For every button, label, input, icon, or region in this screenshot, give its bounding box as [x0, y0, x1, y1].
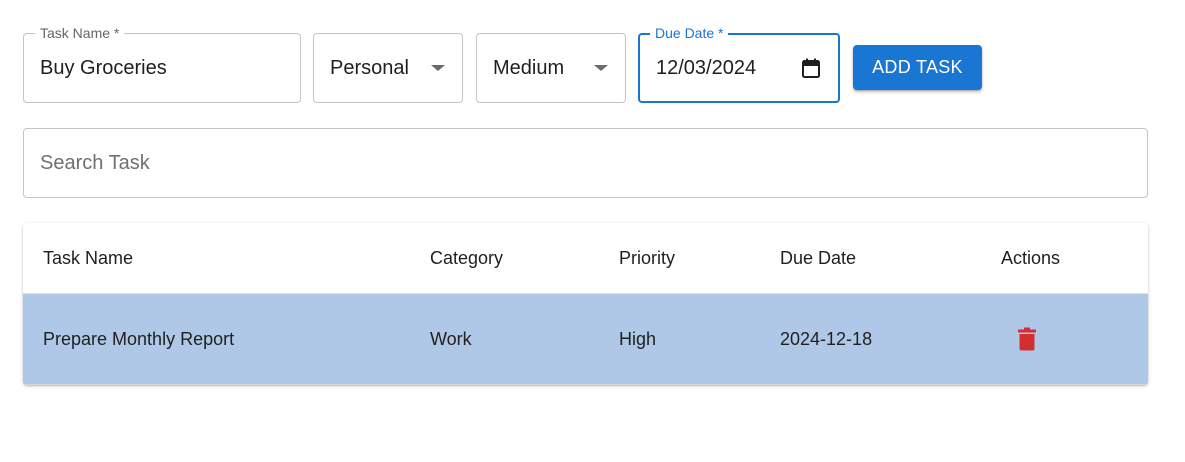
row-task-name: Prepare Monthly Report [43, 328, 235, 349]
column-header-task-name: Task Name [43, 247, 134, 268]
delete-task-button[interactable] [1007, 319, 1047, 359]
table-header-row: Task Name Category Priority Due Date Act… [23, 223, 1148, 294]
task-manager-page: Task Name * Buy Groceries Personal Mediu… [0, 0, 1185, 462]
column-header-due-date: Due Date [780, 247, 857, 268]
due-date-field[interactable]: Due Date * 12/03/2024 [638, 25, 840, 103]
column-header-priority: Priority [619, 247, 676, 268]
task-name-field[interactable]: Task Name * Buy Groceries [23, 25, 301, 103]
column-header-actions: Actions [1001, 247, 1061, 268]
category-value: Personal [330, 56, 409, 79]
chevron-down-icon [431, 65, 445, 71]
due-date-value[interactable]: 12/03/2024 [656, 35, 756, 101]
add-task-button[interactable]: ADD TASK [853, 45, 982, 90]
row-category: Work [430, 328, 472, 349]
task-name-value[interactable]: Buy Groceries [40, 34, 167, 102]
row-priority: High [619, 328, 657, 349]
category-select[interactable]: Personal [313, 33, 463, 103]
search-field[interactable] [23, 128, 1148, 198]
calendar-icon[interactable] [802, 58, 820, 78]
chevron-down-icon [594, 65, 608, 71]
task-table: Task Name Category Priority Due Date Act… [23, 223, 1148, 385]
priority-select[interactable]: Medium [476, 33, 626, 103]
priority-value: Medium [493, 56, 565, 79]
row-due-date: 2024-12-18 [780, 328, 873, 349]
column-header-category: Category [430, 247, 504, 268]
table-row[interactable]: Prepare Monthly Report Work High 2024-12… [23, 294, 1148, 385]
search-input[interactable] [40, 129, 1130, 197]
trash-icon [1018, 327, 1036, 351]
